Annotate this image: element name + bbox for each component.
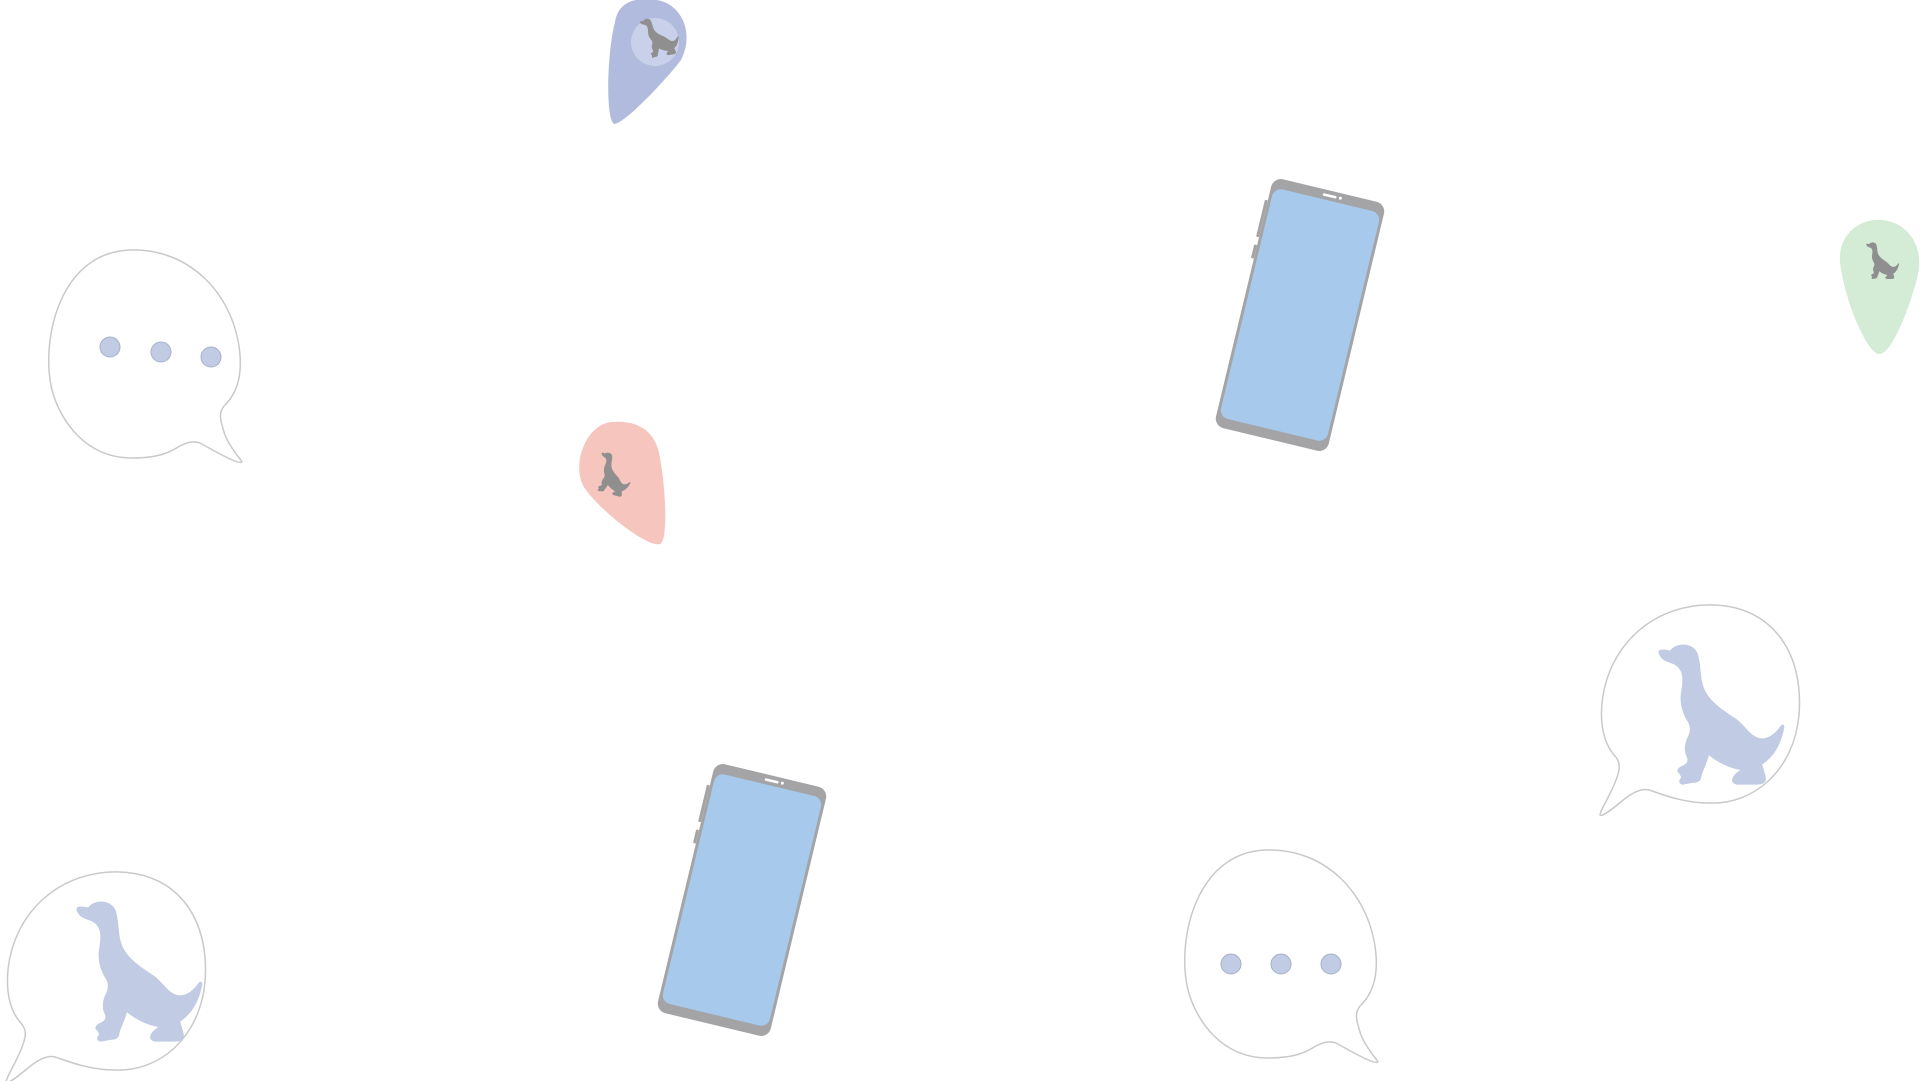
smartphone — [1215, 179, 1385, 451]
chat-bubble-dog — [1599, 604, 1801, 817]
pin-shape — [579, 421, 666, 545]
typing-dot — [1320, 953, 1342, 975]
typing-dot — [1220, 953, 1242, 975]
chat-bubble-dog — [5, 871, 207, 1081]
typing-dot — [200, 346, 222, 368]
typing-dot — [1270, 953, 1292, 975]
pin-shape — [1839, 219, 1920, 355]
location-pin-blue — [608, 0, 687, 124]
chat-bubble-typing — [47, 249, 243, 464]
chat-bubble-typing — [1183, 849, 1379, 1064]
typing-dot — [150, 341, 172, 363]
location-pin-green — [1839, 219, 1920, 355]
location-pin-pink — [579, 421, 666, 545]
typing-dot — [99, 336, 121, 358]
illustration-canvas — [5, 0, 1920, 1081]
smartphone — [657, 764, 827, 1036]
decorative-background — [0, 0, 1921, 1081]
